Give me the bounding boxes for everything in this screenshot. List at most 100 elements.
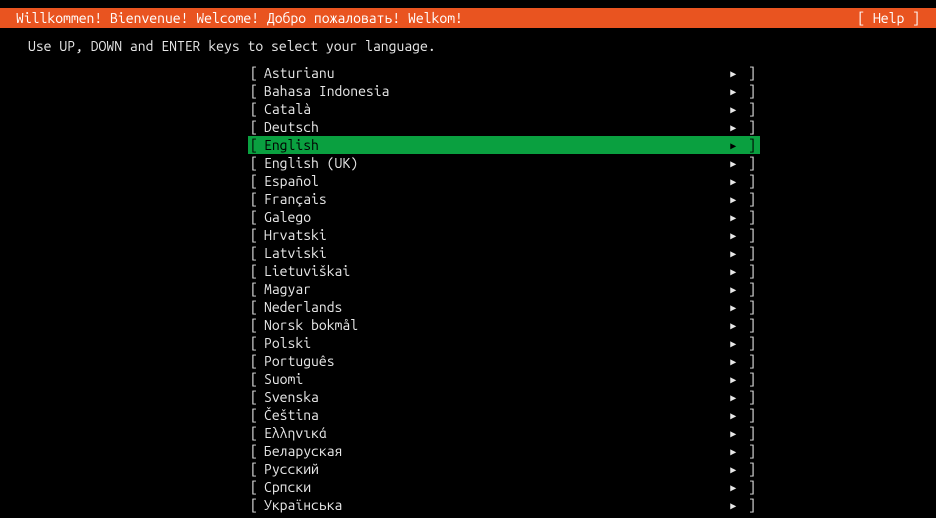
language-option[interactable]: [Suomi▶ ] — [248, 370, 760, 388]
language-label: Español — [264, 172, 728, 190]
language-label: Português — [264, 352, 728, 370]
bracket-open: [ — [248, 442, 264, 460]
language-label: Lietuviškai — [264, 262, 728, 280]
bracket-open: [ — [248, 190, 264, 208]
bracket-open: [ — [248, 424, 264, 442]
submenu-arrow-icon: ▶ ] — [728, 82, 760, 100]
submenu-arrow-icon: ▶ ] — [728, 154, 760, 172]
language-option[interactable]: [Polski▶ ] — [248, 334, 760, 352]
submenu-arrow-icon: ▶ ] — [728, 370, 760, 388]
language-label: English (UK) — [264, 154, 728, 172]
bracket-open: [ — [248, 154, 264, 172]
language-option[interactable]: [Українська▶ ] — [248, 496, 760, 514]
language-label: Беларуская — [264, 442, 728, 460]
language-option[interactable]: [Русский▶ ] — [248, 460, 760, 478]
bracket-open: [ — [248, 352, 264, 370]
language-label: Asturianu — [264, 64, 728, 82]
language-label: English — [264, 136, 728, 154]
bracket-open: [ — [248, 280, 264, 298]
language-option[interactable]: [Svenska▶ ] — [248, 388, 760, 406]
submenu-arrow-icon: ▶ ] — [728, 244, 760, 262]
language-option[interactable]: [Español▶ ] — [248, 172, 760, 190]
bracket-open: [ — [248, 64, 264, 82]
bracket-open: [ — [248, 136, 264, 154]
submenu-arrow-icon: ▶ ] — [728, 136, 760, 154]
bracket-open: [ — [248, 118, 264, 136]
language-label: Čeština — [264, 406, 728, 424]
language-option[interactable]: [English (UK)▶ ] — [248, 154, 760, 172]
language-option[interactable]: [Hrvatski▶ ] — [248, 226, 760, 244]
language-label: Magyar — [264, 280, 728, 298]
submenu-arrow-icon: ▶ ] — [728, 280, 760, 298]
bracket-open: [ — [248, 460, 264, 478]
language-label: Ελληνικά — [264, 424, 728, 442]
bracket-open: [ — [248, 100, 264, 118]
submenu-arrow-icon: ▶ ] — [728, 388, 760, 406]
bracket-open: [ — [248, 298, 264, 316]
submenu-arrow-icon: ▶ ] — [728, 316, 760, 334]
submenu-arrow-icon: ▶ ] — [728, 64, 760, 82]
language-label: Latviski — [264, 244, 728, 262]
language-label: Nederlands — [264, 298, 728, 316]
submenu-arrow-icon: ▶ ] — [728, 460, 760, 478]
submenu-arrow-icon: ▶ ] — [728, 424, 760, 442]
bracket-open: [ — [248, 172, 264, 190]
language-label: Suomi — [264, 370, 728, 388]
language-label: Српски — [264, 478, 728, 496]
submenu-arrow-icon: ▶ ] — [728, 496, 760, 514]
language-option[interactable]: [Ελληνικά▶ ] — [248, 424, 760, 442]
bracket-open: [ — [248, 388, 264, 406]
language-label: Bahasa Indonesia — [264, 82, 728, 100]
bracket-open: [ — [248, 262, 264, 280]
submenu-arrow-icon: ▶ ] — [728, 262, 760, 280]
language-label: Galego — [264, 208, 728, 226]
bracket-open: [ — [248, 370, 264, 388]
language-label: Hrvatski — [264, 226, 728, 244]
bracket-open: [ — [248, 316, 264, 334]
bracket-open: [ — [248, 208, 264, 226]
submenu-arrow-icon: ▶ ] — [728, 118, 760, 136]
language-option[interactable]: [Српски▶ ] — [248, 478, 760, 496]
language-option[interactable]: [Nederlands▶ ] — [248, 298, 760, 316]
bracket-open: [ — [248, 226, 264, 244]
submenu-arrow-icon: ▶ ] — [728, 190, 760, 208]
submenu-arrow-icon: ▶ ] — [728, 406, 760, 424]
language-option[interactable]: [Magyar▶ ] — [248, 280, 760, 298]
language-option[interactable]: [Čeština▶ ] — [248, 406, 760, 424]
submenu-arrow-icon: ▶ ] — [728, 100, 760, 118]
submenu-arrow-icon: ▶ ] — [728, 352, 760, 370]
language-label: Русский — [264, 460, 728, 478]
help-button[interactable]: [ Help ] — [857, 8, 920, 28]
language-option[interactable]: [Deutsch▶ ] — [248, 118, 760, 136]
submenu-arrow-icon: ▶ ] — [728, 226, 760, 244]
language-option[interactable]: [Norsk bokmål▶ ] — [248, 316, 760, 334]
bracket-open: [ — [248, 82, 264, 100]
bracket-open: [ — [248, 406, 264, 424]
language-list: [Asturianu▶ ][Bahasa Indonesia▶ ][Català… — [0, 64, 936, 514]
language-label: Català — [264, 100, 728, 118]
language-option[interactable]: [Galego▶ ] — [248, 208, 760, 226]
bracket-open: [ — [248, 244, 264, 262]
submenu-arrow-icon: ▶ ] — [728, 442, 760, 460]
header-bar: Willkommen! Bienvenue! Welcome! Добро по… — [0, 8, 936, 28]
submenu-arrow-icon: ▶ ] — [728, 172, 760, 190]
language-label: Svenska — [264, 388, 728, 406]
language-option[interactable]: [Português▶ ] — [248, 352, 760, 370]
submenu-arrow-icon: ▶ ] — [728, 208, 760, 226]
submenu-arrow-icon: ▶ ] — [728, 298, 760, 316]
language-option[interactable]: [English▶ ] — [248, 136, 760, 154]
language-label: Norsk bokmål — [264, 316, 728, 334]
language-option[interactable]: [Asturianu▶ ] — [248, 64, 760, 82]
language-option[interactable]: [Беларуская▶ ] — [248, 442, 760, 460]
instruction-text: Use UP, DOWN and ENTER keys to select yo… — [0, 28, 936, 64]
language-label: Українська — [264, 496, 728, 514]
bracket-open: [ — [248, 334, 264, 352]
language-option[interactable]: [Lietuviškai▶ ] — [248, 262, 760, 280]
submenu-arrow-icon: ▶ ] — [728, 334, 760, 352]
language-option[interactable]: [Latviski▶ ] — [248, 244, 760, 262]
language-option[interactable]: [Français▶ ] — [248, 190, 760, 208]
language-option[interactable]: [Bahasa Indonesia▶ ] — [248, 82, 760, 100]
language-option[interactable]: [Català▶ ] — [248, 100, 760, 118]
bracket-open: [ — [248, 496, 264, 514]
submenu-arrow-icon: ▶ ] — [728, 478, 760, 496]
